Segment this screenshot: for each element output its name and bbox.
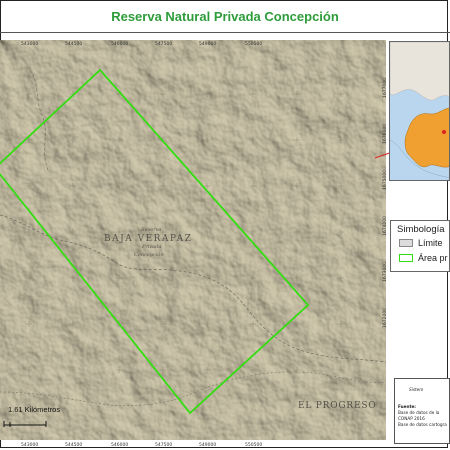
legend-label-boundary: Límite xyxy=(418,238,443,248)
map-title: Reserva Natural Privada Concepción xyxy=(111,8,339,24)
title-bar: Reserva Natural Privada Concepción xyxy=(0,0,450,32)
reserve-label-line2: Privada xyxy=(141,244,161,250)
inset-map-svg xyxy=(390,42,449,180)
scale-label: 1.61 Kilómetros xyxy=(8,405,61,414)
title-divider xyxy=(0,32,450,33)
source-info-box: Sistem Fuente: Base de datos de la CONAP… xyxy=(394,378,450,444)
reserve-label-line1: Reserva xyxy=(140,227,161,233)
legend-swatch-protected-area xyxy=(399,254,413,262)
legend-item-boundary: Límite xyxy=(399,238,443,248)
department-label: BAJA VERAPAZ xyxy=(104,234,192,244)
info-source-line1: Base de datos de la xyxy=(398,410,440,415)
info-source-line2: CONAP 2016 xyxy=(398,416,425,421)
info-source-line3: Base de datos cartogra xyxy=(398,422,447,427)
reserve-label-line3: Concepción xyxy=(134,251,164,258)
main-map[interactable]: BAJA VERAPAZ Reserva Privada Concepción … xyxy=(0,40,387,440)
info-heading: Sistem xyxy=(409,387,424,392)
legend-item-protected-area: Área pr xyxy=(399,253,448,263)
inset-location-marker xyxy=(442,130,446,134)
main-map-svg: BAJA VERAPAZ Reserva Privada Concepción … xyxy=(0,40,387,440)
terrain-relief xyxy=(0,40,386,440)
legend: Simbología Límite Área pr xyxy=(390,220,450,272)
inset-neighbor-land xyxy=(390,42,449,101)
scale-graphic xyxy=(3,421,47,427)
inset-locator-map[interactable] xyxy=(389,41,450,181)
legend-swatch-boundary xyxy=(399,239,413,247)
info-source-label: Fuente: xyxy=(398,404,416,409)
legend-title: Simbología xyxy=(397,224,445,235)
neighbor-department-label: EL PROGRESO xyxy=(298,401,377,411)
legend-label-protected-area: Área pr xyxy=(418,253,448,263)
